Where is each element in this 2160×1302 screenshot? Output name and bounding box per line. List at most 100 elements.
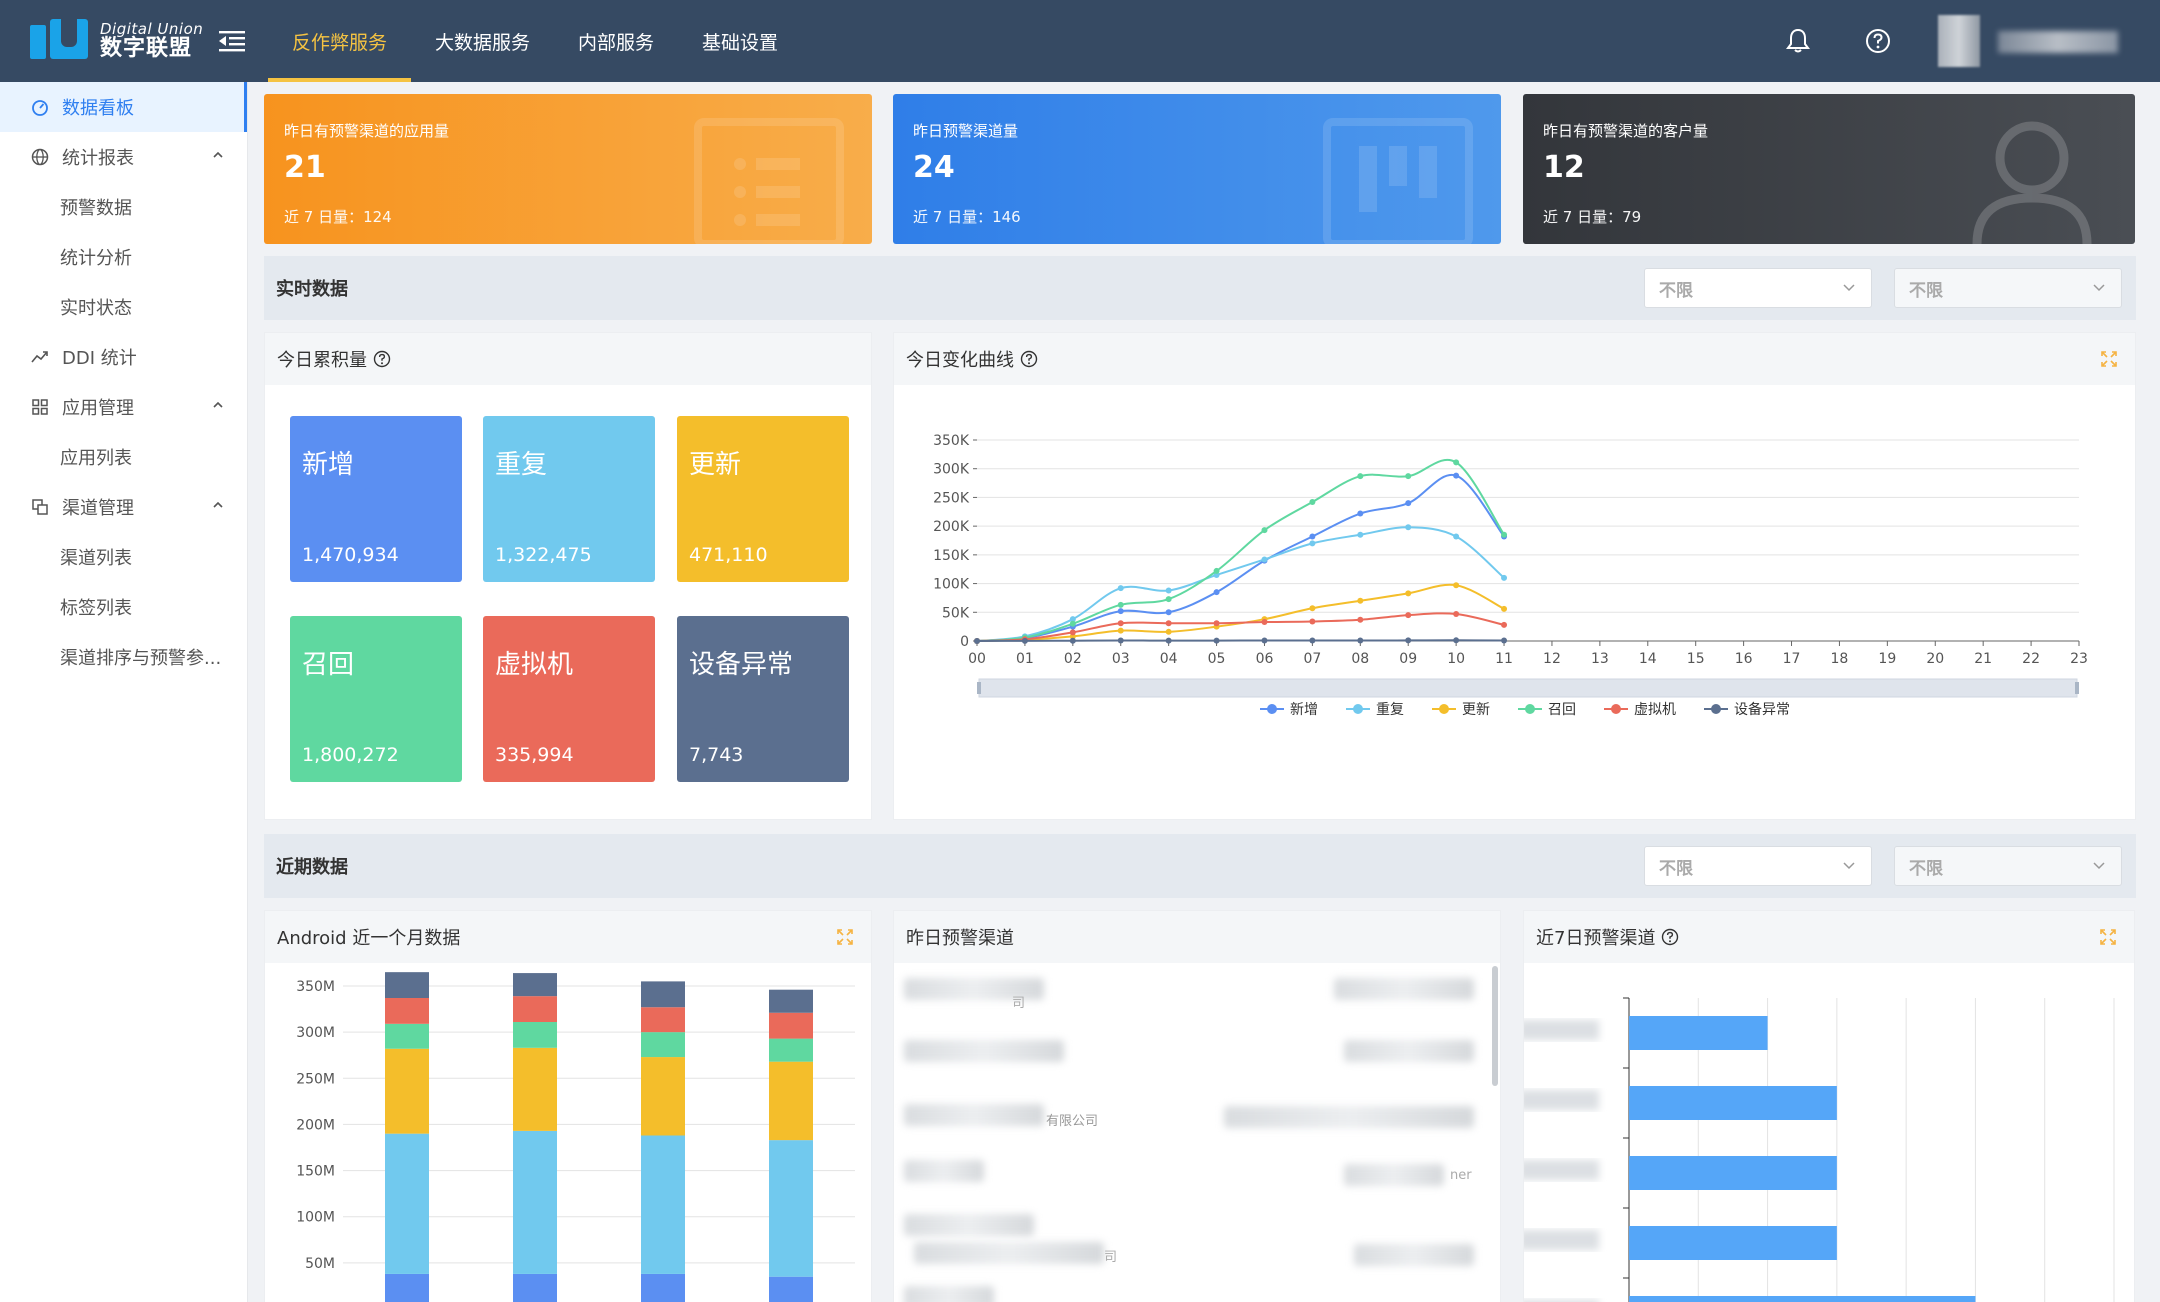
tile-recall: 召回 1,800,272	[290, 616, 462, 782]
tile-repeat: 重复 1,322,475	[483, 416, 655, 582]
realtime-filter-2[interactable]: 不限	[1894, 268, 2122, 308]
data-point	[1501, 605, 1508, 612]
data-point	[1405, 637, 1412, 644]
sidebar-item-app-list[interactable]: 应用列表	[0, 432, 247, 482]
sidebar-item-label: 数据看板	[62, 98, 134, 119]
bar-segment-设备异常	[513, 973, 557, 997]
series-line-设备异常	[976, 639, 1505, 642]
tile-name: 召回	[302, 650, 355, 680]
data-point	[1453, 582, 1460, 589]
top-nav: 反作弊服务 大数据服务 内部服务 基础设置	[268, 0, 802, 82]
topnav-big-data[interactable]: 大数据服务	[411, 0, 554, 82]
week-channels-panel: 近7日预警渠道	[1523, 910, 2135, 1302]
sidebar-item-channels[interactable]: 渠道管理	[0, 482, 247, 532]
realtime-filter-1[interactable]: 不限	[1644, 268, 1872, 308]
data-point	[1453, 611, 1460, 618]
notification-button[interactable]	[1778, 21, 1818, 61]
chevron-down-icon	[1843, 862, 1855, 870]
topnav-anti-fraud[interactable]: 反作弊服务	[268, 0, 412, 82]
recent-section-bar: 近期数据 不限 不限	[264, 834, 2136, 898]
x-tick-label: 20	[1926, 651, 1944, 667]
data-point	[1213, 567, 1220, 574]
channel-list-scrollbar[interactable]	[1492, 966, 1498, 1086]
sidebar-item-reports[interactable]: 统计报表	[0, 132, 247, 182]
copy-icon	[30, 497, 50, 517]
logo[interactable]: Digital Union 数字联盟	[0, 0, 210, 82]
data-point	[1309, 533, 1316, 540]
data-point	[1405, 524, 1412, 531]
y-tick-label: 200M	[296, 1117, 335, 1133]
today-total-panel: 今日累积量 新增 1,470,934 重复 1,322,475 更新 471,1…	[264, 332, 872, 820]
section-title: 实时数据	[276, 279, 348, 300]
help-circle-icon[interactable]	[1020, 350, 1038, 368]
tile-name: 新增	[302, 450, 355, 480]
expand-icon[interactable]	[837, 929, 853, 945]
y-tick-label: 100K	[933, 577, 970, 593]
sidebar-item-label: 应用管理	[62, 398, 134, 419]
chevron-up-icon	[213, 151, 223, 158]
expand-icon[interactable]	[2101, 351, 2117, 367]
data-point	[1117, 620, 1124, 627]
sidebar-item-stat-analysis[interactable]: 统计分析	[0, 232, 247, 282]
stat-value: 24	[913, 150, 955, 185]
sidebar-item-tag-list[interactable]: 标签列表	[0, 582, 247, 632]
blurred-category-label	[1524, 1230, 1599, 1250]
help-circle-icon[interactable]	[1661, 928, 1679, 946]
sidebar-item-apps[interactable]: 应用管理	[0, 382, 247, 432]
recent-filter-2[interactable]: 不限	[1894, 846, 2122, 886]
recent-filter-1[interactable]: 不限	[1644, 846, 1872, 886]
dashboard-icon	[30, 97, 50, 117]
data-point	[1117, 585, 1124, 592]
blurred-fragment: 司	[1012, 996, 1026, 1011]
topnav-settings[interactable]: 基础设置	[678, 0, 802, 82]
data-point	[1021, 637, 1028, 644]
x-tick-label: 07	[1303, 651, 1321, 667]
x-tick-label: 05	[1208, 651, 1226, 667]
sidebar-item-channel-list[interactable]: 渠道列表	[0, 532, 247, 582]
avatar	[1938, 15, 1980, 67]
y-tick-label: 350M	[296, 979, 335, 995]
bar-segment-设备异常	[769, 989, 813, 1013]
select-value: 不限	[1659, 858, 1693, 879]
x-tick-label: 11	[1495, 651, 1513, 667]
sidebar-item-channel-sort[interactable]: 渠道排序与预警参...	[0, 632, 247, 682]
help-button[interactable]	[1858, 21, 1898, 61]
legend-label: 新增	[1290, 702, 1318, 718]
data-point	[1405, 612, 1412, 619]
x-tick-label: 08	[1351, 651, 1369, 667]
x-tick-label: 12	[1543, 651, 1561, 667]
sidebar-item-alert-data[interactable]: 预警数据	[0, 182, 247, 232]
help-circle-icon	[1866, 29, 1890, 53]
today-curve-chart: 0 50K 100K 150K 200K 250K 300K 350K 00 01 02 03 04 05…	[933, 433, 2088, 718]
x-tick-label: 15	[1687, 651, 1705, 667]
tile-device-error: 设备异常 7,743	[677, 616, 849, 782]
topnav-internal[interactable]: 内部服务	[554, 0, 678, 82]
bar	[1629, 1296, 1976, 1302]
legend-marker	[1353, 704, 1363, 714]
bar	[1629, 1226, 1837, 1260]
y-tick-label: 300M	[296, 1025, 335, 1041]
select-value: 不限	[1659, 280, 1693, 301]
user-profile[interactable]	[1938, 15, 2118, 67]
channel-list-blurred[interactable]: 司 有限公司 ner 司	[894, 964, 1492, 1302]
help-circle-icon[interactable]	[373, 350, 391, 368]
y-tick-label: 250K	[933, 490, 970, 506]
bar-segment-召回	[513, 1021, 557, 1048]
blurred-fragment: ner	[1450, 1168, 1472, 1183]
data-point	[1309, 618, 1316, 625]
sidebar-item-realtime-status[interactable]: 实时状态	[0, 282, 247, 332]
sidebar-item-ddi[interactable]: DDI 统计	[0, 332, 247, 382]
bar-segment-召回	[769, 1038, 813, 1062]
sidebar-item-dashboard[interactable]: 数据看板	[0, 82, 247, 132]
grid-icon	[30, 397, 50, 417]
zoom-handle-right	[2075, 682, 2079, 694]
week-channels-chart	[1524, 997, 2115, 1302]
stat-card-customers: 昨日有预警渠道的客户量 12 近 7 日量：79	[1523, 94, 2135, 244]
x-tick-label: 23	[2070, 651, 2088, 667]
expand-icon[interactable]	[2100, 929, 2116, 945]
series-line-新增	[976, 473, 1505, 642]
legend-marker	[1439, 704, 1449, 714]
bar-segment-更新	[769, 1061, 813, 1141]
x-tick-label: 09	[1399, 651, 1417, 667]
menu-collapse-button[interactable]	[214, 23, 250, 59]
